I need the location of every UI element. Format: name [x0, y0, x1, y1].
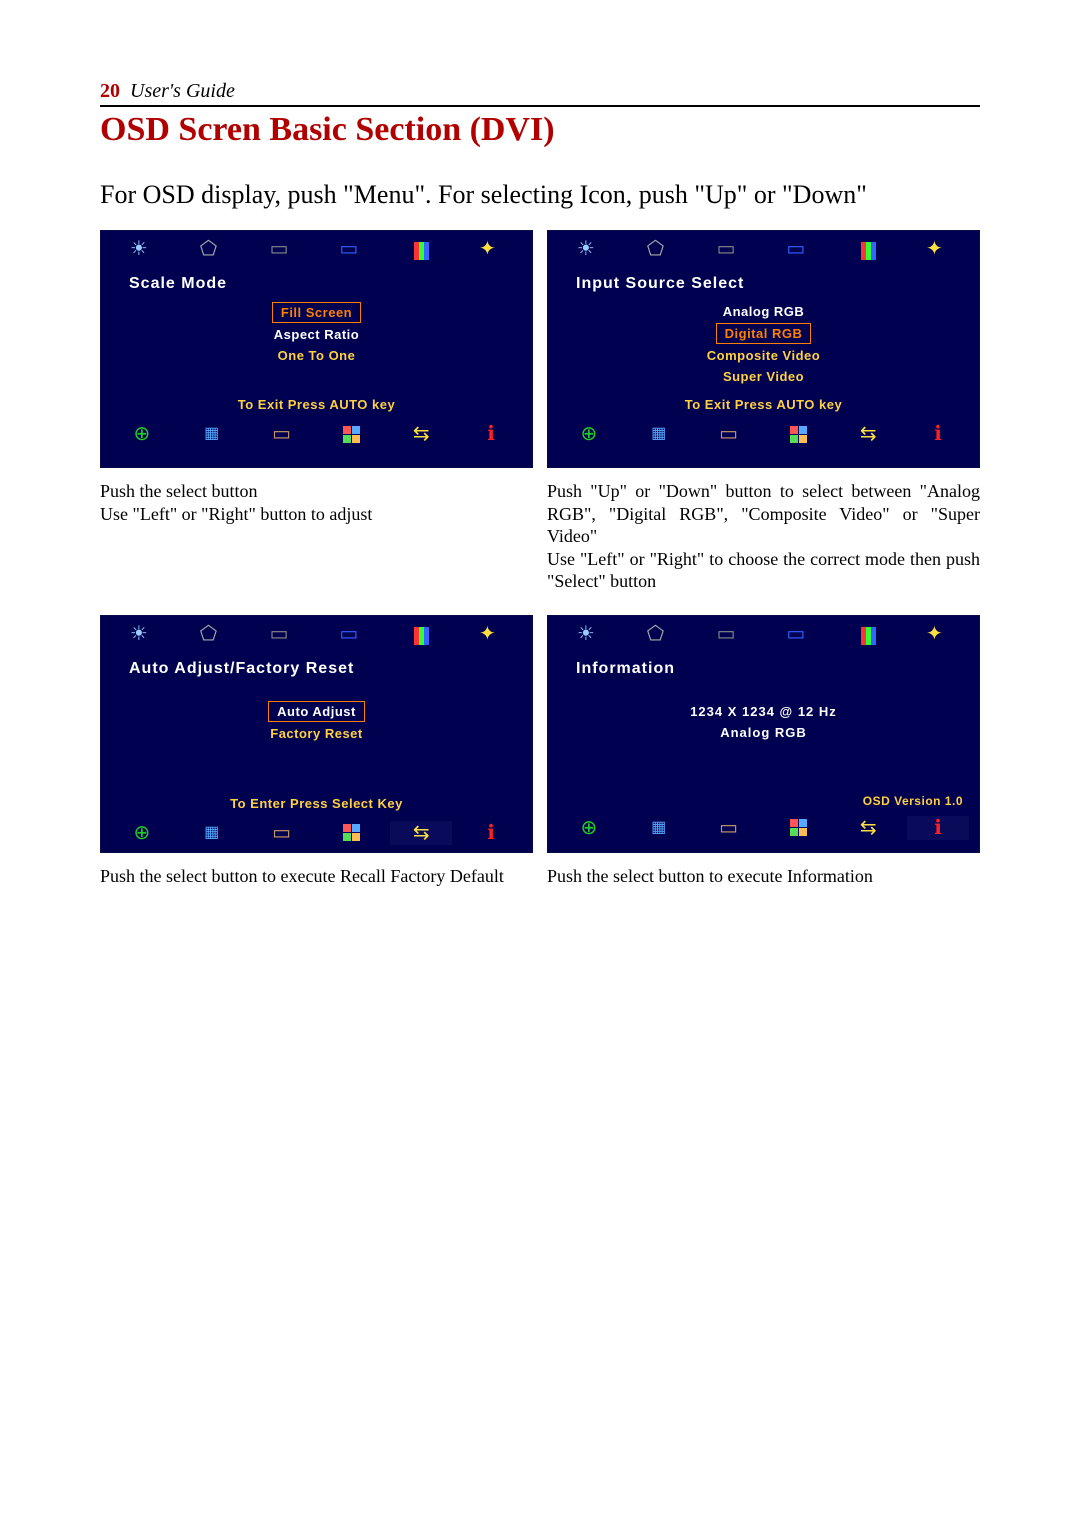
squares-icon[interactable]	[767, 422, 829, 446]
arrows-icon[interactable]: ⇆	[390, 821, 452, 845]
geometry-icon[interactable]: ⬠	[628, 623, 690, 649]
osd-panel-auto: ☀ ⬠ ▭ ▭ ✦ Auto Adjust/Factory Reset Auto…	[100, 615, 533, 853]
guide-label: User's Guide	[130, 80, 235, 102]
option-super-video[interactable]: Super Video	[715, 367, 812, 386]
display1-icon[interactable]: ▭	[251, 238, 313, 264]
grid-icon[interactable]: ▦	[181, 821, 243, 845]
tools-icon[interactable]: ✦	[460, 623, 522, 649]
display-icon[interactable]: ▭	[251, 821, 313, 845]
panel-title: Auto Adjust/Factory Reset	[107, 650, 526, 684]
display1-icon[interactable]: ▭	[251, 623, 313, 649]
hint-text: To Exit Press AUTO key	[554, 391, 973, 414]
display-icon[interactable]: ▭	[698, 816, 760, 840]
geometry-icon[interactable]: ⬠	[181, 238, 243, 264]
osd-version: OSD Version 1.0	[554, 794, 973, 808]
brightness-icon[interactable]: ☀	[111, 238, 173, 264]
osd-panel-info: ☀ ⬠ ▭ ▭ ✦ Information 1234 X 1234 @ 12 H…	[547, 615, 980, 853]
display1-icon[interactable]: ▭	[698, 238, 760, 264]
bottom-tab-row: ⊕ ▦ ▭ ⇆ ℹ	[554, 812, 973, 842]
hint-text: To Enter Press Select Key	[107, 790, 526, 813]
caption-scale: Push the select button Use "Left" or "Ri…	[100, 476, 533, 607]
option-fill-screen[interactable]: Fill Screen	[272, 302, 361, 323]
caption-input: Push "Up" or "Down" button to select bet…	[547, 476, 980, 607]
caption-auto: Push the select button to execute Recall…	[100, 861, 533, 902]
osd-panel-scale: ☀ ⬠ ▭ ▭ ✦ Scale Mode Fill Screen Aspect …	[100, 230, 533, 468]
top-tab-row: ☀ ⬠ ▭ ▭ ✦	[554, 237, 973, 265]
brightness-icon[interactable]: ☀	[111, 623, 173, 649]
top-tab-row: ☀ ⬠ ▭ ▭ ✦	[107, 622, 526, 650]
top-tab-row: ☀ ⬠ ▭ ▭ ✦	[107, 237, 526, 265]
arrows-icon[interactable]: ⇆	[837, 816, 899, 840]
zoom-plus-icon[interactable]: ⊕	[558, 816, 620, 840]
option-analog-rgb[interactable]: Analog RGB	[715, 302, 813, 321]
bottom-tab-row: ⊕ ▦ ▭ ⇆ ℹ	[107, 817, 526, 847]
grid-icon[interactable]: ▦	[628, 816, 690, 840]
panel-title: Input Source Select	[554, 265, 973, 299]
brightness-icon[interactable]: ☀	[558, 623, 620, 649]
panel-title: Scale Mode	[107, 265, 526, 299]
bottom-tab-row: ⊕ ▦ ▭ ⇆ ℹ	[107, 418, 526, 448]
arrows-icon[interactable]: ⇆	[390, 422, 452, 446]
option-factory-reset[interactable]: Factory Reset	[262, 724, 370, 743]
color-bars-icon[interactable]	[837, 623, 899, 649]
geometry-icon[interactable]: ⬠	[628, 238, 690, 264]
arrows-icon[interactable]: ⇆	[837, 422, 899, 446]
option-digital-rgb[interactable]: Digital RGB	[716, 323, 812, 344]
display2-icon[interactable]: ▭	[320, 623, 382, 649]
zoom-plus-icon[interactable]: ⊕	[111, 821, 173, 845]
tools-icon[interactable]: ✦	[907, 238, 969, 264]
tools-icon[interactable]: ✦	[907, 623, 969, 649]
display2-icon[interactable]: ▭	[320, 238, 382, 264]
panel-title: Information	[554, 650, 973, 684]
grid-icon[interactable]: ▦	[628, 422, 690, 446]
color-bars-icon[interactable]	[390, 623, 452, 649]
brightness-icon[interactable]: ☀	[558, 238, 620, 264]
tools-icon[interactable]: ✦	[460, 238, 522, 264]
bottom-tab-row: ⊕ ▦ ▭ ⇆ ℹ	[554, 418, 973, 448]
color-bars-icon[interactable]	[390, 238, 452, 264]
caption-info: Push the select button to execute Inform…	[547, 861, 980, 902]
option-auto-adjust[interactable]: Auto Adjust	[268, 701, 365, 722]
display-icon[interactable]: ▭	[251, 422, 313, 446]
display2-icon[interactable]: ▭	[767, 623, 829, 649]
option-composite-video[interactable]: Composite Video	[699, 346, 828, 365]
color-bars-icon[interactable]	[837, 238, 899, 264]
geometry-icon[interactable]: ⬠	[181, 623, 243, 649]
info-resolution: 1234 X 1234 @ 12 Hz	[554, 704, 973, 719]
zoom-plus-icon[interactable]: ⊕	[558, 422, 620, 446]
info-icon[interactable]: ℹ	[460, 422, 522, 446]
info-mode: Analog RGB	[554, 725, 973, 740]
info-icon[interactable]: ℹ	[460, 821, 522, 845]
squares-icon[interactable]	[320, 422, 382, 446]
option-aspect-ratio[interactable]: Aspect Ratio	[266, 325, 367, 344]
squares-icon[interactable]	[320, 821, 382, 845]
hint-text: To Exit Press AUTO key	[107, 391, 526, 414]
page-title: OSD Scren Basic Section (DVI)	[100, 111, 980, 149]
display-icon[interactable]: ▭	[698, 422, 760, 446]
grid-icon[interactable]: ▦	[181, 422, 243, 446]
page-number: 20	[100, 80, 120, 102]
display1-icon[interactable]: ▭	[698, 623, 760, 649]
zoom-plus-icon[interactable]: ⊕	[111, 422, 173, 446]
display2-icon[interactable]: ▭	[767, 238, 829, 264]
option-one-to-one[interactable]: One To One	[270, 346, 364, 365]
squares-icon[interactable]	[767, 816, 829, 840]
top-tab-row: ☀ ⬠ ▭ ▭ ✦	[554, 622, 973, 650]
osd-panel-input: ☀ ⬠ ▭ ▭ ✦ Input Source Select Analog RGB…	[547, 230, 980, 468]
info-icon[interactable]: ℹ	[907, 816, 969, 840]
intro-text: For OSD display, push "Menu". For select…	[100, 177, 980, 212]
info-icon[interactable]: ℹ	[907, 422, 969, 446]
